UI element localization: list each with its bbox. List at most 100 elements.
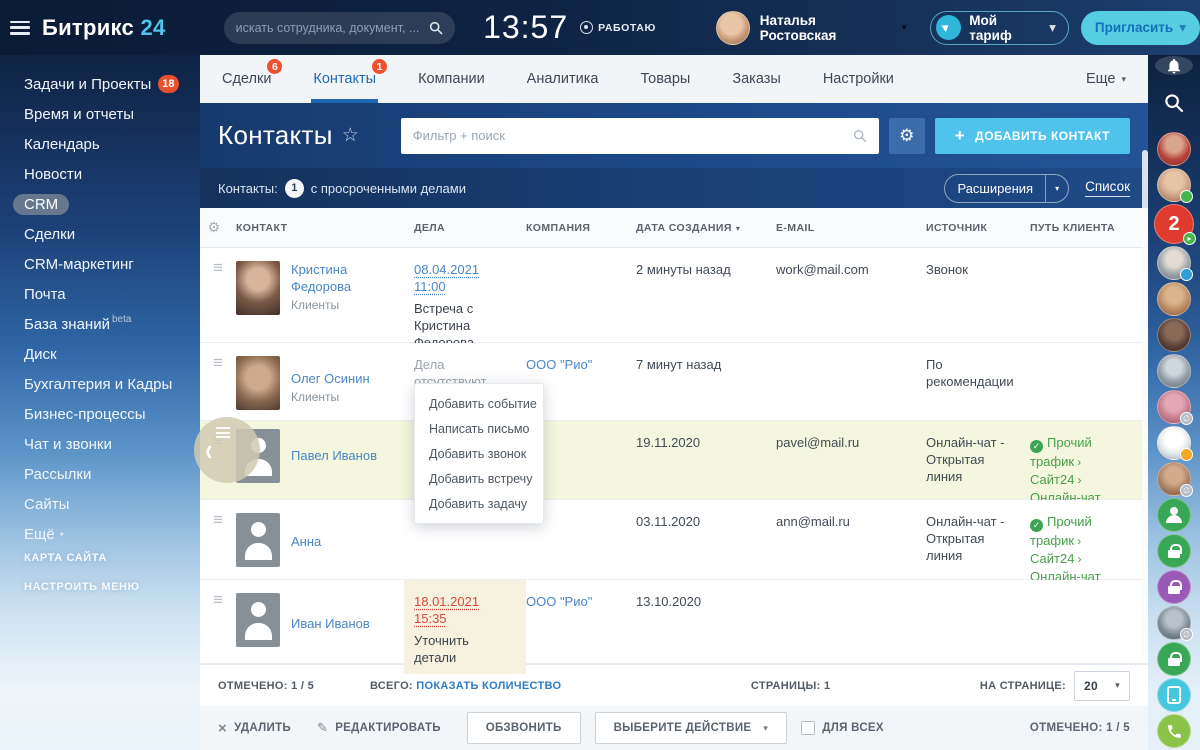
- menu-item-add-meeting[interactable]: Добавить встречу: [415, 466, 543, 491]
- sidebar-item-sites[interactable]: Сайты: [24, 489, 200, 519]
- contact-name-link[interactable]: Павел Иванов: [291, 447, 377, 464]
- chat-avatar-husky[interactable]: [1157, 426, 1191, 460]
- tab-more[interactable]: Еще▾: [1086, 55, 1126, 103]
- private-chat-lock-purple[interactable]: [1157, 570, 1191, 604]
- call-button[interactable]: ОБЗВОНИТЬ: [467, 712, 581, 744]
- contact-avatar[interactable]: [236, 356, 280, 410]
- add-contact-button[interactable]: +ДОБАВИТЬ КОНТАКТ: [935, 118, 1130, 154]
- user-menu[interactable]: Наталья Ростовская ▾: [716, 11, 906, 45]
- col-email[interactable]: E-MAIL: [776, 222, 926, 234]
- menu-item-add-event[interactable]: Добавить событие: [415, 391, 543, 416]
- menu-item-add-task[interactable]: Добавить задачу: [415, 491, 543, 516]
- filter-search[interactable]: [401, 118, 879, 154]
- contact-name-link[interactable]: Анна: [291, 533, 321, 550]
- tab-analytics[interactable]: Аналитика: [527, 55, 599, 103]
- col-source[interactable]: ИСТОЧНИК: [926, 222, 1030, 234]
- chat-avatar-man-2[interactable]: [1157, 282, 1191, 316]
- global-search-input[interactable]: [236, 21, 429, 35]
- logo[interactable]: Битрикс 24: [42, 15, 166, 41]
- choose-action-dropdown[interactable]: ВЫБЕРИТЕ ДЕЙСТВИЕ▾: [595, 712, 788, 744]
- extensions-button[interactable]: Расширения ▾: [944, 174, 1069, 203]
- col-company[interactable]: КОМПАНИЯ: [526, 222, 636, 234]
- tab-contacts[interactable]: Контакты1: [313, 55, 376, 103]
- sidebar-item-newsletters[interactable]: Рассылки: [24, 459, 200, 489]
- sidebar-item-crm[interactable]: CRM: [24, 189, 200, 219]
- chat-avatar-man-4[interactable]: [1157, 354, 1191, 388]
- sidebar-item-news[interactable]: Новости: [24, 159, 200, 189]
- for-all-checkbox[interactable]: ДЛЯ ВСЕХ: [801, 721, 884, 735]
- list-view-link[interactable]: Список: [1085, 179, 1130, 197]
- sitemap-link[interactable]: КАРТА САЙТА: [24, 552, 140, 564]
- view-settings-button[interactable]: ⚙: [889, 118, 925, 154]
- chat-avatar-woman-2[interactable]: ∅: [1157, 390, 1191, 424]
- checkbox[interactable]: [801, 721, 815, 735]
- overdue-count-badge[interactable]: 1: [285, 179, 304, 198]
- drag-handle[interactable]: ≡: [200, 580, 236, 674]
- global-search[interactable]: [224, 12, 455, 44]
- connected-device-button[interactable]: [1157, 678, 1191, 712]
- work-status[interactable]: РАБОТАЮ: [580, 21, 656, 34]
- chat-avatar-man-5[interactable]: ∅: [1157, 606, 1191, 640]
- contact-name-link[interactable]: Иван Иванов: [291, 615, 370, 632]
- chat-user-icon-green[interactable]: [1157, 498, 1191, 532]
- worktime-clock[interactable]: 13:57: [483, 9, 568, 46]
- drag-handle[interactable]: ≡: [200, 343, 236, 420]
- favorite-star-icon[interactable]: ☆: [342, 124, 359, 147]
- private-chat-lock-1[interactable]: [1157, 534, 1191, 568]
- tab-deals[interactable]: Сделки6: [222, 55, 271, 103]
- sidebar-item-accounting[interactable]: Бухгалтерия и Кадры: [24, 369, 200, 399]
- activity-date-link[interactable]: 08.04.2021 11:00: [414, 261, 502, 295]
- chat-avatar-man-elder[interactable]: [1157, 246, 1191, 280]
- menu-item-add-call[interactable]: Добавить звонок: [415, 441, 543, 466]
- menu-item-write-email[interactable]: Написать письмо: [415, 416, 543, 441]
- show-count-link[interactable]: ПОКАЗАТЬ КОЛИЧЕСТВО: [416, 680, 561, 692]
- sidebar-item-knowledge-base[interactable]: База знанийbeta: [24, 309, 200, 339]
- col-created[interactable]: ДАТА СОЗДАНИЯ▾: [636, 222, 776, 234]
- contact-name-link[interactable]: Кристина Федорова: [291, 261, 383, 295]
- sidebar-item-mail[interactable]: Почта: [24, 279, 200, 309]
- sidebar-item-time[interactable]: Время и отчеты: [24, 99, 200, 129]
- table-row[interactable]: ≡ Иван Иванов 18.01.2021 15:35 Уточнить …: [200, 580, 1148, 664]
- col-activity[interactable]: ДЕЛА: [414, 222, 526, 234]
- chat-avatar-man-red[interactable]: [1157, 132, 1191, 166]
- sidebar-item-deals[interactable]: Сделки: [24, 219, 200, 249]
- sidebar-item-more[interactable]: Ещё▾: [24, 519, 200, 549]
- columns-settings-gear-icon[interactable]: ⚙: [200, 219, 236, 236]
- table-row[interactable]: ≡ Олег Осинин Клиенты Дела отсутствуют О…: [200, 343, 1148, 421]
- scrollbar[interactable]: [1142, 150, 1148, 655]
- private-chat-lock-2[interactable]: [1157, 642, 1191, 676]
- table-row[interactable]: ≡ Анна 03.11.2020 ann@mail.ru Онлайн-чат…: [200, 500, 1148, 580]
- sidebar-item-calendar[interactable]: Календарь: [24, 129, 200, 159]
- chat-avatar-woman-1[interactable]: [1157, 168, 1191, 202]
- sidebar-item-business-processes[interactable]: Бизнес-процессы: [24, 399, 200, 429]
- tab-products[interactable]: Товары: [640, 55, 690, 103]
- tab-settings[interactable]: Настройки: [823, 55, 894, 103]
- contact-name-link[interactable]: Олег Осинин: [291, 370, 370, 387]
- tariff-button[interactable]: Мой тариф ▾: [930, 11, 1069, 45]
- sidebar-item-tasks[interactable]: Задачи и Проекты18: [24, 69, 200, 99]
- hamburger-menu-icon[interactable]: [10, 21, 30, 35]
- chat-avatar-woman-3[interactable]: ∅: [1157, 462, 1191, 496]
- table-row[interactable]: ≡ Кристина Федорова Клиенты 08.04.2021 1…: [200, 248, 1148, 343]
- chevron-down-icon[interactable]: ▾: [1045, 175, 1068, 202]
- chat-avatar-logo[interactable]: 2▸: [1154, 204, 1194, 244]
- edit-button[interactable]: ✎РЕДАКТИРОВАТЬ: [317, 720, 441, 736]
- call-button[interactable]: [1157, 714, 1191, 748]
- configure-menu-link[interactable]: НАСТРОИТЬ МЕНЮ: [24, 581, 140, 593]
- rail-search-button[interactable]: [1164, 93, 1184, 118]
- sidebar-item-crm-marketing[interactable]: CRM-маркетинг: [24, 249, 200, 279]
- per-page-select[interactable]: 20▾: [1074, 671, 1130, 701]
- invite-button[interactable]: Пригласить ▾: [1081, 11, 1200, 45]
- delete-button[interactable]: ×УДАЛИТЬ: [218, 720, 291, 737]
- company-link[interactable]: ООО "Рио": [526, 594, 592, 609]
- table-row-selected[interactable]: ≡ Павел Иванов 19.11.2020 pavel@mail.ru …: [200, 421, 1148, 501]
- filter-search-input[interactable]: [413, 128, 853, 143]
- col-contact[interactable]: КОНТАКТ: [236, 222, 414, 234]
- notifications-button[interactable]: [1155, 56, 1193, 75]
- contact-avatar-placeholder[interactable]: [236, 593, 280, 647]
- chat-avatar-man-3[interactable]: [1157, 318, 1191, 352]
- contact-avatar-placeholder[interactable]: [236, 513, 280, 567]
- col-path[interactable]: ПУТЬ КЛИЕНТА: [1030, 222, 1148, 234]
- overdue-activity-date-link[interactable]: 18.01.2021 15:35: [414, 593, 502, 627]
- tab-companies[interactable]: Компании: [418, 55, 485, 103]
